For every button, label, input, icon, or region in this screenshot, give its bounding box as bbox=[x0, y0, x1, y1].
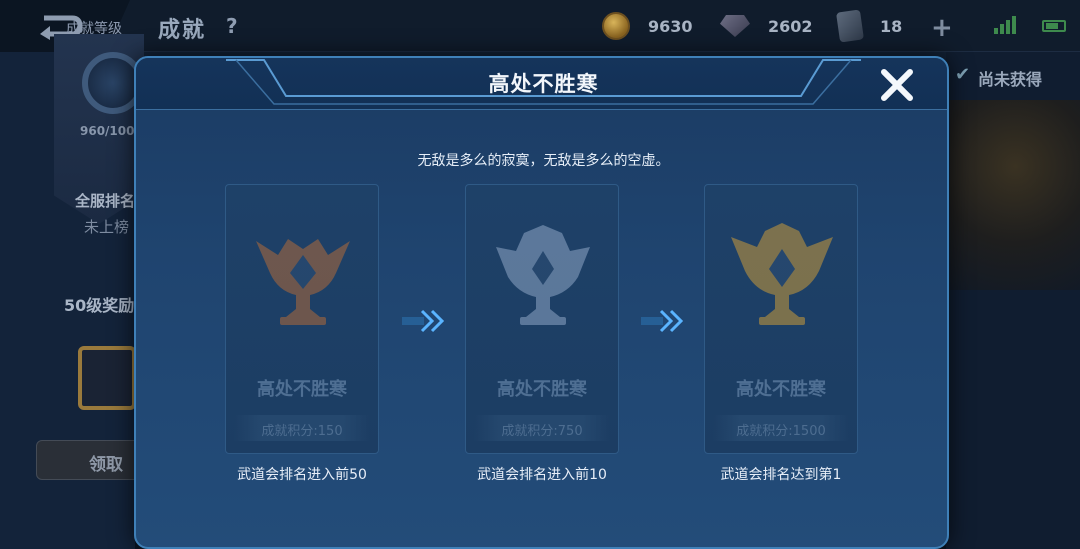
rank-label: 全服排名 bbox=[75, 192, 136, 210]
tier-points: 成就积分:150 bbox=[234, 415, 370, 441]
reward-frame-icon[interactable] bbox=[78, 346, 136, 410]
reward-label: 50级奖励 bbox=[64, 296, 135, 315]
close-icon bbox=[881, 69, 913, 101]
claim-button[interactable]: 领取 bbox=[36, 440, 146, 480]
modal-subtitle: 无敌是多么的寂寞，无敌是多么的空虚。 bbox=[417, 153, 670, 169]
add-currency-icon[interactable]: + bbox=[931, 13, 953, 43]
trophy-preview bbox=[950, 100, 1080, 290]
close-button[interactable] bbox=[878, 64, 916, 104]
gold-currency: 9630 bbox=[602, 11, 693, 41]
check-icon: ✔ bbox=[955, 64, 971, 85]
modal-title: 高处不胜寒 bbox=[488, 72, 599, 96]
tier-points: 成就积分:750 bbox=[474, 415, 610, 441]
page-title: 成就 bbox=[158, 18, 207, 43]
tier-requirement: 武道会排名达到第1 bbox=[720, 467, 842, 483]
tier-requirement: 武道会排名进入前10 bbox=[477, 467, 607, 483]
tier-name: 高处不胜寒 bbox=[257, 379, 347, 400]
gem-currency: 2602 bbox=[720, 11, 813, 41]
tier-name: 高处不胜寒 bbox=[497, 379, 587, 400]
tier-requirement: 武道会排名进入前50 bbox=[237, 467, 367, 483]
tier-card-gold: 高处不胜寒 成就积分:1500 bbox=[704, 184, 858, 454]
double-chevron-right-icon bbox=[402, 309, 445, 333]
status-label: 尚未获得 bbox=[978, 70, 1043, 89]
achievement-modal: 高处不胜寒 无敌是多么的寂寞，无敌是多么的空虚。 高处不胜寒 成就积分:150 … bbox=[134, 56, 949, 549]
silver-trophy-icon bbox=[496, 225, 590, 325]
gold-amount: 9630 bbox=[648, 16, 693, 36]
help-icon[interactable]: ? bbox=[226, 14, 238, 38]
rank-value: 未上榜 bbox=[84, 218, 130, 236]
ticket-amount: 18 bbox=[880, 16, 903, 36]
tier-card-silver: 高处不胜寒 成就积分:750 bbox=[465, 184, 619, 454]
top-bar: 成就 ? 9630 2602 18 + bbox=[0, 0, 1080, 52]
signal-icon bbox=[994, 16, 1016, 34]
ticket-currency: 18 bbox=[836, 9, 903, 43]
gold-trophy-icon bbox=[731, 223, 833, 325]
tier-points: 成就积分:1500 bbox=[713, 415, 849, 441]
tier-card-bronze: 高处不胜寒 成就积分:150 bbox=[225, 184, 379, 454]
gem-amount: 2602 bbox=[768, 16, 813, 36]
tier-name: 高处不胜寒 bbox=[736, 379, 826, 400]
battery-icon bbox=[1042, 20, 1066, 32]
gem-icon bbox=[720, 15, 750, 37]
double-chevron-right-icon bbox=[641, 309, 684, 333]
gold-coin-icon bbox=[602, 12, 630, 40]
ticket-icon bbox=[836, 9, 864, 43]
bronze-trophy-icon bbox=[256, 239, 350, 325]
